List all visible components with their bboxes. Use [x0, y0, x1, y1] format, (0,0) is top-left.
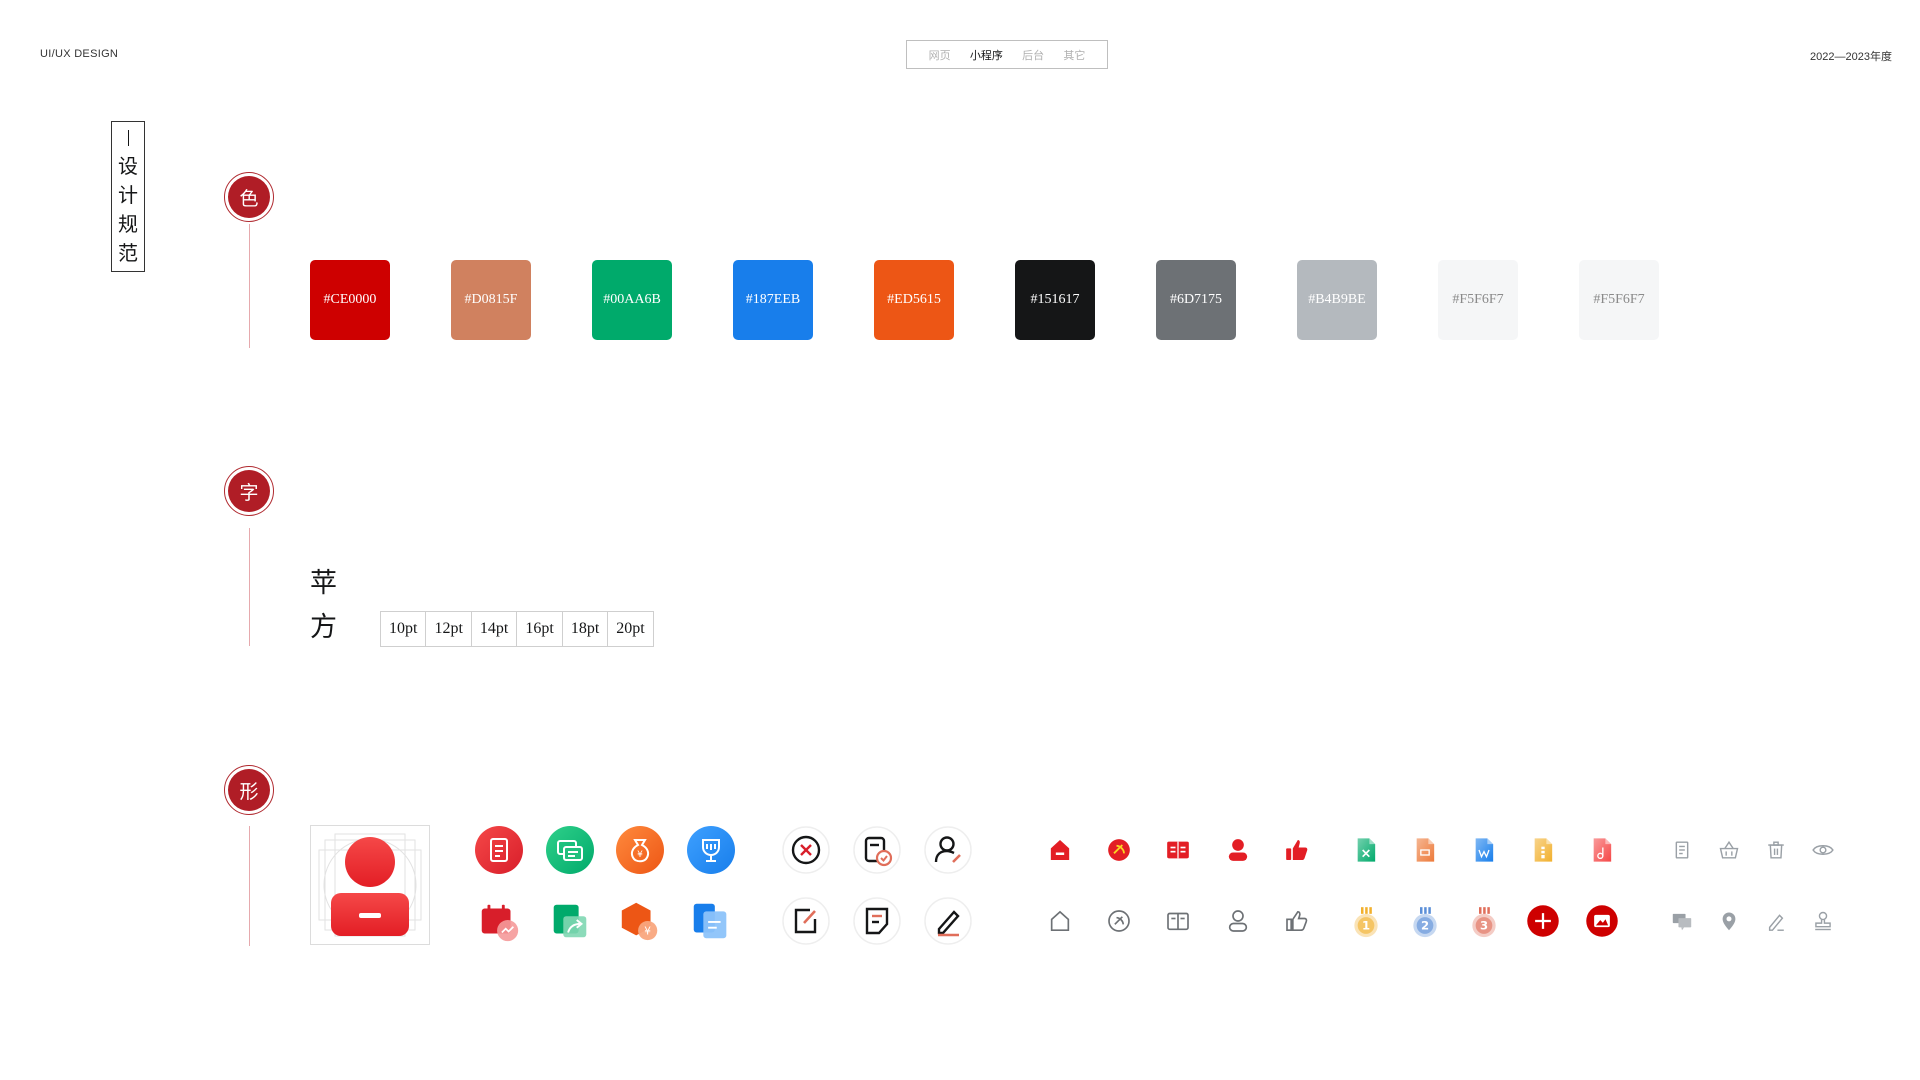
font-size-0: 10pt	[389, 620, 418, 637]
nav-tab-3[interactable]: 其它	[1063, 47, 1085, 63]
add-circle-icon	[1522, 900, 1564, 942]
font-size-list: 10pt 12pt 14pt 16pt 18pt 20pt	[380, 611, 654, 647]
close-circle-icon	[782, 826, 830, 874]
gold-medal-icon: 1	[1346, 903, 1386, 943]
stamp-icon	[1806, 904, 1840, 938]
color-swatch-2: #00AA6B	[592, 260, 672, 340]
trash-icon	[1759, 833, 1793, 867]
avatar-preview	[310, 825, 430, 945]
section-badge-shape-label: 形	[228, 769, 270, 811]
book-outline-icon	[1158, 901, 1198, 941]
svg-text:3: 3	[1480, 919, 1488, 933]
color-swatch-7: #B4B9BE	[1297, 260, 1377, 340]
font-size-1: 12pt	[425, 612, 470, 646]
color-swatch-5: #151617	[1015, 260, 1095, 340]
section-badge-color: 色	[224, 172, 274, 222]
font-size-4: 18pt	[561, 612, 607, 646]
chat-icon	[546, 826, 594, 874]
year-range: 2022—2023年度	[1810, 51, 1892, 63]
location-icon	[1712, 904, 1746, 938]
section-line-shape	[249, 826, 250, 946]
color-swatch-9: #F5F6F7	[1579, 260, 1659, 340]
files-icon	[688, 898, 734, 944]
color-swatch-6: #6D7175	[1156, 260, 1236, 340]
section-line-color	[249, 224, 250, 348]
emblem-outline-icon	[1099, 901, 1139, 941]
pen-icon	[924, 897, 972, 945]
audio-file-icon	[1582, 830, 1622, 870]
section-badge-type-label: 字	[228, 470, 270, 512]
svg-text:¥: ¥	[644, 925, 651, 937]
section-badge-shape: 形	[224, 765, 274, 815]
color-swatch-1: #D0815F	[451, 260, 531, 340]
title-char-0: 设	[118, 154, 138, 178]
image-circle-icon	[1581, 900, 1623, 942]
money-bag-icon: ¥	[616, 826, 664, 874]
svg-text:¥: ¥	[637, 850, 643, 860]
share-icon	[547, 898, 593, 944]
trophy-icon	[687, 826, 735, 874]
brand: UI/UX DESIGN	[40, 48, 119, 60]
color-swatch-8: #F5F6F7	[1438, 260, 1518, 340]
eye-icon	[1806, 833, 1840, 867]
color-swatch-0: #CE0000	[310, 260, 390, 340]
title-char-3: 范	[118, 241, 138, 265]
basket-icon	[1712, 833, 1746, 867]
task-check-icon	[853, 826, 901, 874]
note-icon	[853, 897, 901, 945]
party-emblem-icon	[1099, 830, 1139, 870]
nav-tab-1[interactable]: 小程序	[970, 47, 1003, 63]
file-list-icon	[1665, 833, 1699, 867]
user-avatar-icon	[318, 833, 422, 937]
thumbs-up-outline-icon	[1277, 901, 1317, 941]
ppt-file-icon	[1405, 830, 1445, 870]
font-name: 苹方	[310, 562, 337, 650]
nav-tab-0[interactable]: 网页	[929, 47, 951, 63]
person-outline-icon	[1218, 901, 1258, 941]
font-name-char-1: 方	[310, 612, 337, 643]
yuan-hexagon-icon: ¥	[617, 898, 663, 944]
vertical-title: 设计规范	[111, 121, 145, 272]
person-icon	[1218, 830, 1258, 870]
thumbs-up-icon	[1277, 830, 1317, 870]
font-size-3: 16pt	[516, 612, 561, 646]
silver-medal-icon: 2	[1405, 903, 1445, 943]
excel-file-icon	[1346, 830, 1386, 870]
svg-text:2: 2	[1421, 919, 1429, 933]
calendar-chart-icon	[476, 898, 522, 944]
color-swatch-3: #187EEB	[733, 260, 813, 340]
pencil-icon	[1759, 904, 1793, 938]
font-size-2: 14pt	[470, 612, 516, 646]
section-badge-color-label: 色	[228, 176, 270, 218]
bronze-medal-icon: 3	[1464, 903, 1504, 943]
font-size-5: 20pt	[607, 612, 652, 646]
message-icon	[1665, 904, 1699, 938]
title-char-2: 规	[118, 212, 138, 236]
section-badge-type: 字	[224, 466, 274, 516]
section-line-type	[249, 528, 250, 646]
home-icon	[1040, 830, 1080, 870]
book-icon	[1158, 830, 1198, 870]
nav-tab-2[interactable]: 后台	[1022, 47, 1044, 63]
zip-file-icon	[1523, 830, 1563, 870]
document-icon	[475, 826, 523, 874]
title-bar	[127, 130, 129, 146]
edit-square-icon	[782, 897, 830, 945]
color-swatch-4: #ED5615	[874, 260, 954, 340]
word-file-icon	[1464, 830, 1504, 870]
nav-tabs: 网页 小程序 后台 其它	[906, 40, 1108, 69]
svg-text:1: 1	[1362, 919, 1370, 933]
title-char-1: 计	[118, 183, 138, 207]
font-name-char-0: 苹	[310, 568, 337, 599]
home-outline-icon	[1040, 901, 1080, 941]
user-edit-icon	[924, 826, 972, 874]
